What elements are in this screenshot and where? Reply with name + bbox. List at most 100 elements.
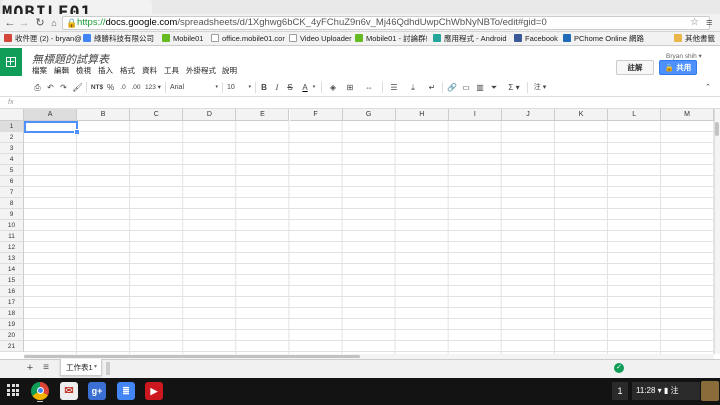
row-header[interactable]: 2: [0, 132, 24, 143]
row-header[interactable]: 17: [0, 297, 24, 308]
bookmark-item[interactable]: office.mobile01.com: [211, 32, 285, 46]
row-header[interactable]: 8: [0, 198, 24, 209]
bookmark-star-icon[interactable]: ☆: [690, 16, 699, 30]
column-header[interactable]: B: [77, 109, 131, 121]
column-header[interactable]: D: [183, 109, 237, 121]
row-header[interactable]: 12: [0, 242, 24, 253]
column-header[interactable]: L: [608, 109, 662, 121]
sheet-tab[interactable]: 工作表1 ▾: [60, 359, 102, 376]
home-icon[interactable]: ⌂: [48, 14, 60, 32]
menu-format[interactable]: 格式: [120, 66, 135, 76]
menu-edit[interactable]: 編輯: [54, 66, 69, 76]
app-launcher-icon[interactable]: [7, 384, 19, 396]
bookmark-item[interactable]: 綠勝科技有限公司: [83, 32, 154, 46]
docs-icon[interactable]: ≣: [117, 382, 135, 400]
row-header[interactable]: 19: [0, 319, 24, 330]
italic-button[interactable]: I: [272, 80, 282, 95]
undo-icon[interactable]: ↶: [45, 80, 56, 95]
selected-cell[interactable]: [24, 121, 80, 135]
menu-addons[interactable]: 外掛程式: [186, 66, 216, 76]
url-text[interactable]: https://docs.google.com/spreadsheets/d/1…: [77, 16, 547, 30]
chrome-menu-icon[interactable]: ≡: [706, 16, 712, 30]
bookmark-item[interactable]: Mobile01 - 討論群組: [355, 32, 427, 46]
align-left-icon[interactable]: ☰: [387, 80, 401, 95]
row-header[interactable]: 3: [0, 143, 24, 154]
number-format-dropdown[interactable]: 123 ▾: [144, 80, 162, 95]
google-plus-icon[interactable]: g+: [88, 382, 106, 400]
sheet-tabs-scroll[interactable]: [106, 362, 110, 375]
vertical-scroll-thumb[interactable]: [715, 122, 719, 136]
menu-insert[interactable]: 插入: [98, 66, 113, 76]
column-header[interactable]: H: [395, 109, 449, 121]
all-sheets-icon[interactable]: ≡: [40, 361, 52, 375]
fill-color-icon[interactable]: ◈: [326, 80, 340, 95]
row-header[interactable]: 13: [0, 253, 24, 264]
font-size-dropdown[interactable]: 10 ▾: [227, 80, 251, 95]
menu-data[interactable]: 資料: [142, 66, 157, 76]
row-header[interactable]: 15: [0, 275, 24, 286]
chrome-icon[interactable]: [31, 382, 49, 400]
strikethrough-button[interactable]: S: [285, 80, 295, 95]
row-header[interactable]: 5: [0, 165, 24, 176]
forward-icon[interactable]: →: [18, 14, 30, 32]
text-wrap-icon[interactable]: ↵: [425, 80, 439, 95]
workspace-indicator[interactable]: 1: [612, 382, 628, 400]
menu-file[interactable]: 檔案: [32, 66, 47, 76]
column-header[interactable]: F: [289, 109, 343, 121]
column-header[interactable]: K: [555, 109, 609, 121]
row-header[interactable]: 4: [0, 154, 24, 165]
chart-icon[interactable]: ▥: [474, 80, 486, 95]
bookmark-item[interactable]: 應用程式 - Android: [433, 32, 507, 46]
chevron-down-icon[interactable]: ▾: [94, 359, 97, 376]
vertical-align-icon[interactable]: ⤓: [406, 80, 420, 95]
percent-format-button[interactable]: %: [106, 80, 115, 95]
bookmark-item[interactable]: PChome Online 網路: [563, 32, 663, 46]
gmail-icon[interactable]: ✉: [60, 382, 78, 400]
row-header[interactable]: 7: [0, 187, 24, 198]
cell-grid[interactable]: [24, 121, 714, 354]
row-header[interactable]: 1: [0, 121, 24, 132]
comments-button[interactable]: 註解: [616, 60, 654, 75]
menu-view[interactable]: 檢視: [76, 66, 91, 76]
add-sheet-icon[interactable]: +: [24, 361, 36, 375]
column-header[interactable]: M: [661, 109, 714, 121]
font-family-dropdown[interactable]: Arial ▾: [170, 80, 218, 95]
user-account[interactable]: Bryan shih ▾: [666, 52, 702, 60]
row-header[interactable]: 14: [0, 264, 24, 275]
row-header[interactable]: 9: [0, 209, 24, 220]
comment-icon[interactable]: ▭: [460, 80, 472, 95]
column-header[interactable]: A: [24, 109, 78, 121]
horizontal-scroll-thumb[interactable]: [24, 355, 360, 358]
formula-bar[interactable]: [0, 97, 720, 109]
collapse-toolbar-icon[interactable]: ⌃: [703, 80, 713, 95]
bookmark-item[interactable]: Facebook: [514, 32, 558, 46]
share-button[interactable]: 🔒 共用: [659, 60, 697, 75]
link-icon[interactable]: 🔗: [446, 80, 458, 95]
row-header[interactable]: 10: [0, 220, 24, 231]
row-header[interactable]: 11: [0, 231, 24, 242]
merge-cells-icon[interactable]: ⇔: [362, 80, 376, 95]
row-header[interactable]: 20: [0, 330, 24, 341]
decrease-decimal-button[interactable]: .0: [117, 80, 129, 95]
chevron-down-icon[interactable]: ▾: [311, 80, 317, 95]
avatar[interactable]: [701, 381, 719, 401]
row-header[interactable]: 21: [0, 341, 24, 352]
bold-button[interactable]: B: [259, 80, 269, 95]
redo-icon[interactable]: ↷: [58, 80, 69, 95]
reload-icon[interactable]: ↻: [34, 14, 46, 32]
back-icon[interactable]: ←: [4, 14, 16, 32]
column-header[interactable]: C: [130, 109, 184, 121]
input-tools-button[interactable]: 注 ▾: [532, 80, 548, 95]
menu-help[interactable]: 說明: [222, 66, 237, 76]
text-color-button[interactable]: A: [299, 80, 311, 95]
youtube-icon[interactable]: ▶: [145, 382, 163, 400]
bookmark-folder-other[interactable]: 其他書籤: [674, 32, 715, 46]
bookmark-item[interactable]: Video Uploader: [289, 32, 352, 46]
menu-tools[interactable]: 工具: [164, 66, 179, 76]
sheets-logo-icon[interactable]: [0, 48, 22, 76]
row-header[interactable]: 16: [0, 286, 24, 297]
bookmark-item[interactable]: Mobile01: [162, 32, 203, 46]
row-header[interactable]: 18: [0, 308, 24, 319]
column-header[interactable]: G: [342, 109, 396, 121]
row-header[interactable]: 6: [0, 176, 24, 187]
